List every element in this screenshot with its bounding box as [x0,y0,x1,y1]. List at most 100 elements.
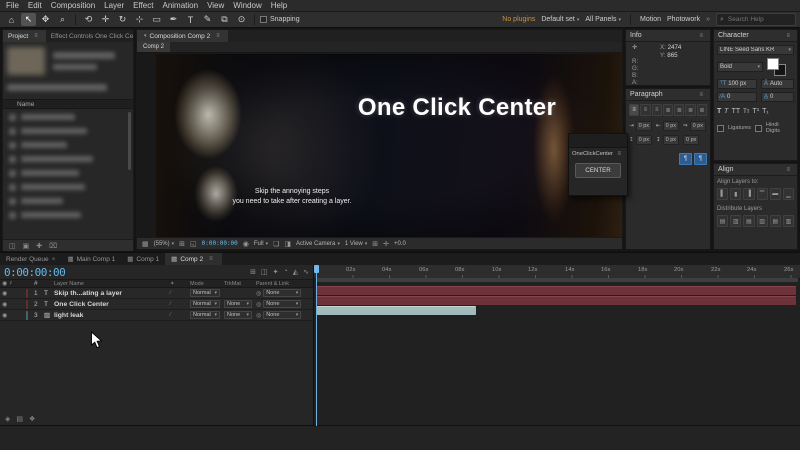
layer-bar-2[interactable] [316,296,796,305]
menu-composition[interactable]: Composition [51,1,95,10]
panel-menu-icon[interactable]: ≡ [783,167,793,173]
distribute-right-icon[interactable]: ▥ [783,215,794,227]
project-scrollbar[interactable] [128,112,131,170]
graph-editor-icon[interactable]: ∿ [303,268,309,276]
interpret-footage-icon[interactable]: ◫ [9,242,16,250]
align-top-edge-icon[interactable]: ▔ [757,188,768,200]
align-bottom-edge-icon[interactable]: ▁ [783,188,794,200]
tab-comp-1[interactable]: ▦ Comp 1 [121,253,165,265]
clone-stamp-tool-icon[interactable]: ⧉ [217,13,232,26]
blend-mode-dropdown[interactable]: Normal▾ [190,311,220,319]
justify-last-left-icon[interactable]: ≣ [663,104,673,116]
menu-window[interactable]: Window [233,1,261,10]
brush-tool-icon[interactable]: ✎ [200,13,215,26]
layer-label-color[interactable] [26,289,28,298]
popup-drag-strip[interactable] [569,134,627,148]
layer-bar-1[interactable] [316,286,796,295]
workspace-tab-motion[interactable]: Motion [640,16,661,23]
exposure-value[interactable]: +0.0 [394,241,406,247]
type-tool-icon[interactable]: T [183,13,198,26]
grid-guides-icon[interactable]: ⊞ [179,240,185,248]
all-caps-icon[interactable]: TT [732,108,741,115]
all-panels-dropdown[interactable]: All Panels▾ [585,16,621,23]
transparency-grid-icon[interactable]: ◨ [284,240,291,248]
layer-row-2[interactable]: ◉ 2 T One Click Center ∕ Normal▾ None▾ ◎… [0,299,313,310]
hand-tool-icon[interactable]: ✥ [38,13,53,26]
align-left-edge-icon[interactable]: ▌ [717,188,728,200]
faux-bold-icon[interactable]: T [717,108,721,115]
distribute-left-icon[interactable]: ▥ [757,215,768,227]
tab-project[interactable]: Project ≡ [3,30,46,42]
region-of-interest-icon[interactable]: ❏ [273,240,279,248]
pan-behind-tool-icon[interactable]: ⊹ [132,13,147,26]
justify-last-right-icon[interactable]: ≣ [685,104,695,116]
workspace-tab-photowork[interactable]: Photowork [667,16,700,23]
align-vertical-center-icon[interactable]: ▬ [770,188,781,200]
panel-menu-icon[interactable]: ≡ [213,33,223,39]
expand-in-out-icon[interactable]: ❖ [29,415,35,423]
pen-tool-icon[interactable]: ✒ [166,13,181,26]
puppet-pin-tool-icon[interactable]: ⊙ [234,13,249,26]
close-icon[interactable]: × [52,256,56,263]
zoom-tool-icon[interactable]: ⌕ [55,13,70,26]
magnification-icon[interactable]: ▦ [142,240,149,248]
font-family-dropdown[interactable]: LINE Seed Sans KR ▾ [717,45,794,55]
superscript-icon[interactable]: T¹ [753,108,760,115]
text-direction-rtl-icon[interactable]: ¶ [694,153,707,165]
distribute-bottom-icon[interactable]: ▤ [743,215,754,227]
panel-menu-icon[interactable]: ≡ [614,151,624,157]
menu-file[interactable]: File [6,1,19,10]
hyphenation-field[interactable]: 0 px [683,135,699,145]
pan-camera-tool-icon[interactable]: ✛ [98,13,113,26]
menu-edit[interactable]: Edit [28,1,42,10]
pickwhip-icon[interactable]: ◎ [256,290,261,297]
tab-main-comp-1[interactable]: ▦ Main Comp 1 [61,253,121,265]
align-horizontal-center-icon[interactable]: ▮ [730,188,741,200]
expand-layer-switches-icon[interactable]: ◈ [5,415,10,423]
viewer-tab-comp2[interactable]: Comp 2 [137,42,170,52]
work-area-bar[interactable] [316,278,798,282]
pickwhip-icon[interactable]: ◎ [256,301,261,308]
shape-tool-icon[interactable]: ▭ [149,13,164,26]
zoom-dropdown[interactable]: (55%)▾ [154,241,175,247]
fill-stroke-swatches[interactable] [767,58,789,76]
menu-animation[interactable]: Animation [162,1,198,10]
fill-color-swatch[interactable] [767,58,779,70]
layer-row-3[interactable]: ◉ 3 ▨ light leak ∕ Normal▾ None▾ ◎ None▾ [0,310,313,321]
tab-effect-controls[interactable]: Effect Controls One Click Center [46,30,133,42]
quality-switch-icon[interactable]: ∕ [170,312,190,318]
eye-icon[interactable]: ◉ [2,290,7,297]
hide-shy-layers-icon[interactable]: ✦ [273,268,279,276]
tab-render-queue[interactable]: Render Queue × [0,253,61,265]
playhead-line[interactable] [316,265,317,426]
trkmat-dropdown[interactable]: None▾ [224,300,252,308]
orbit-camera-tool-icon[interactable]: ⟲ [81,13,96,26]
trkmat-dropdown[interactable]: None▾ [224,311,252,319]
panel-menu-icon[interactable]: ≡ [206,256,216,262]
layer-row-1[interactable]: ◉ 1 T Skip th...ating a layer ∕ Normal▾ … [0,288,313,299]
layer-label-color[interactable] [26,311,28,320]
help-search-input[interactable] [726,15,788,24]
distribute-top-icon[interactable]: ▤ [717,215,728,227]
space-after-field[interactable]: ↧ 0 px [656,135,679,145]
camera-dropdown[interactable]: Active Camera▾ [296,241,340,247]
align-right-edge-icon[interactable]: ▐ [743,188,754,200]
font-style-dropdown[interactable]: Bold ▾ [717,62,763,72]
fast-previews-icon[interactable]: ✛ [383,240,389,248]
faux-italic-icon[interactable]: T [724,108,730,115]
justify-last-center-icon[interactable]: ≣ [674,104,684,116]
subscript-icon[interactable]: T₁ [762,108,769,115]
tracking-field[interactable]: A̲ 0 [761,92,794,102]
workspace-overflow-icon[interactable]: » [706,16,710,23]
indent-right-field[interactable]: ⇤ 0 px [656,121,679,131]
distribute-horizontal-center-icon[interactable]: ▤ [770,215,781,227]
help-search[interactable]: ⌕ [716,13,796,26]
hindi-digits-checkbox[interactable] [755,125,762,132]
align-left-icon[interactable]: ≡ [629,104,639,116]
panel-menu-icon[interactable]: ≡ [31,33,41,39]
indent-left-field[interactable]: ⇥ 0 px [629,121,652,131]
selection-tool-icon[interactable]: ↖ [21,13,36,26]
eye-icon[interactable]: ◉ [2,301,7,308]
panel-menu-icon[interactable]: ≡ [783,33,793,39]
view-layout-dropdown[interactable]: 1 View▾ [345,241,367,247]
